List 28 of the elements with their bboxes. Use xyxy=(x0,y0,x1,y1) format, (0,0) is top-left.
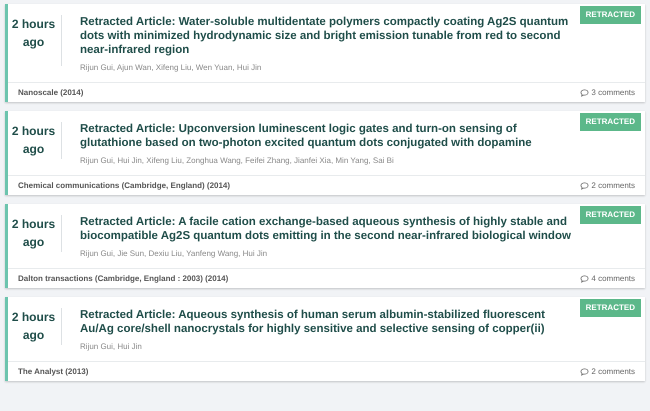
comment-count[interactable]: 2 comments xyxy=(591,366,635,378)
time-label: 2 hours ago xyxy=(10,309,56,344)
journal-label: The Analyst (2013) xyxy=(18,366,88,378)
author-list: Rijun Gui, Hui Jin, Xifeng Liu, Zonghua Wang, Feifei Zhang, Jianfei Xia, Min Yang, Sai Bi xyxy=(80,155,572,167)
article-title[interactable]: Retracted Article: Aqueous synthesis of human serum albumin-stabilized fluorescent Au/Ag core/shell nanocrystals for highly sensitive and selective sensing of copper(ii) xyxy=(80,308,572,336)
retracted-badge: RETRACTED xyxy=(580,6,641,24)
journal-label: Dalton transactions (Cambridge, England : 2003) (2014) xyxy=(18,272,228,284)
comment-icon xyxy=(580,182,590,190)
article-title[interactable]: Retracted Article: Upconversion luminescent logic gates and turn-on sensing of glutathione based on two-photon excited quantum dots conjugated with dopamine xyxy=(80,122,572,150)
author-list: Rijun Gui, Hui Jin xyxy=(80,341,572,353)
time-label: 2 hours ago xyxy=(10,123,56,158)
article-title[interactable]: Retracted Article: A facile cation exchange-based aqueous synthesis of highly stable and biocompatible Ag2S quantum dots emitting in the second near-infrared biological window xyxy=(80,215,572,243)
author-list: Rijun Gui, Ajun Wan, Xifeng Liu, Wen Yuan, Hui Jin xyxy=(80,62,572,74)
journal-label: Chemical communications (Cambridge, England) (2014) xyxy=(18,180,230,192)
author-list: Rijun Gui, Jie Sun, Dexiu Liu, Yanfeng Wang, Hui Jin xyxy=(80,248,572,260)
article-title[interactable]: Retracted Article: Water-soluble multidentate polymers compactly coating Ag2S quantum dots with minimized hydrodynamic size and bright emission tunable from red to second near-infrared region xyxy=(80,15,572,57)
retracted-badge: RETRACTED xyxy=(580,299,641,317)
comment-count[interactable]: 4 comments xyxy=(591,272,635,284)
retracted-badge: RETRACTED xyxy=(580,113,641,131)
time-label: 2 hours ago xyxy=(10,16,56,51)
retracted-badge: RETRACTED xyxy=(580,206,641,224)
comment-icon xyxy=(580,368,590,376)
comment-icon xyxy=(580,274,590,282)
comment-count[interactable]: 2 comments xyxy=(591,180,635,192)
time-label: 2 hours ago xyxy=(10,216,56,251)
comment-count[interactable]: 3 comments xyxy=(591,86,635,98)
comment-icon xyxy=(580,88,590,96)
journal-label: Nanoscale (2014) xyxy=(18,86,84,98)
